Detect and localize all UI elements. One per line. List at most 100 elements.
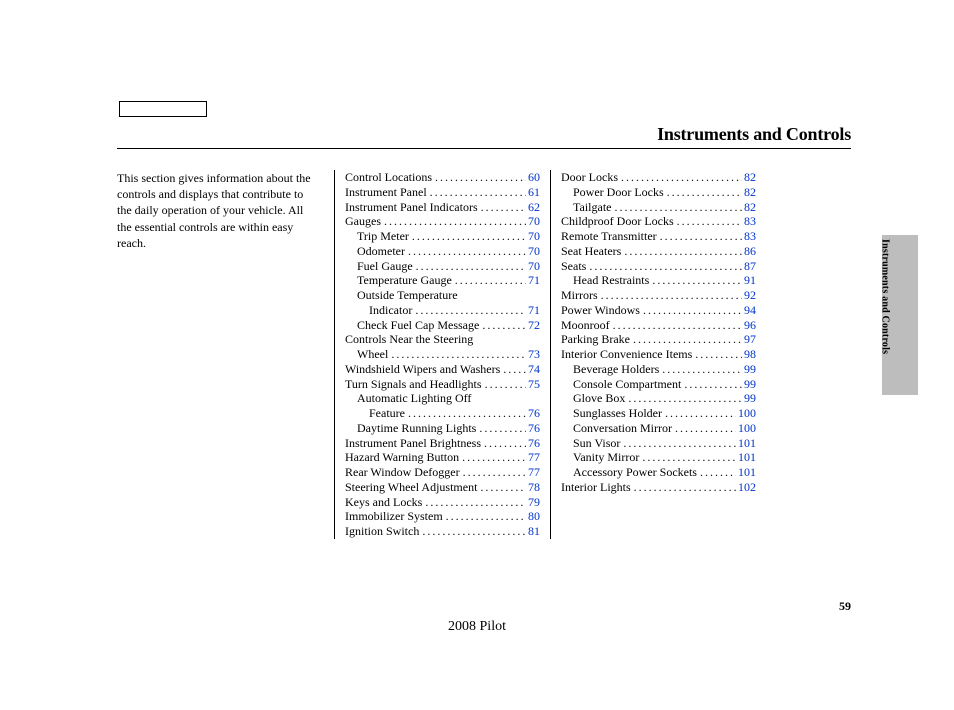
toc-entry-label: Instrument Panel Brightness	[345, 436, 484, 451]
toc-entry[interactable]: Glove Box ..............................…	[561, 391, 756, 406]
toc-entry[interactable]: Sun Visor ..............................…	[561, 436, 756, 451]
toc-entry-page: 101	[736, 436, 756, 451]
toc-entry-leader: ........................................…	[415, 303, 526, 318]
toc-entry-leader: ........................................…	[589, 259, 742, 274]
toc-entry-leader: ........................................…	[412, 229, 526, 244]
toc-entry[interactable]: Door Locks .............................…	[561, 170, 756, 185]
toc-entry-label: Remote Transmitter	[561, 229, 660, 244]
section-side-tab: Instruments and Controls	[882, 235, 894, 395]
toc-entry-leader: ........................................…	[614, 200, 742, 215]
toc-entry-page: 100	[736, 421, 756, 436]
toc-entry[interactable]: Turn Signals and Headlights ............…	[345, 377, 540, 392]
toc-entry[interactable]: Daytime Running Lights .................…	[345, 421, 540, 436]
toc-entry-page: 96	[742, 318, 756, 333]
toc-entry-label: Temperature Gauge	[357, 273, 455, 288]
toc-entry-label: Beverage Holders	[573, 362, 662, 377]
toc-entry-page: 99	[742, 377, 756, 392]
toc-entry-page: 76	[526, 406, 540, 421]
toc-entry[interactable]: Instrument Panel Indicators ............…	[345, 200, 540, 215]
toc-entry-page: 82	[742, 200, 756, 215]
toc-entry[interactable]: Rear Window Defogger ...................…	[345, 465, 540, 480]
toc-entry-leader: ........................................…	[633, 332, 742, 347]
toc-entry-leader: ........................................…	[601, 288, 742, 303]
toc-entry[interactable]: Hazard Warning Button ..................…	[345, 450, 540, 465]
toc-entry[interactable]: Gauges .................................…	[345, 214, 540, 229]
toc-entry-page: 101	[736, 465, 756, 480]
toc-entry[interactable]: Trip Meter .............................…	[345, 229, 540, 244]
toc-entry[interactable]: Parking Brake ..........................…	[561, 332, 756, 347]
toc-entry-leader: ........................................…	[485, 377, 526, 392]
toc-column-1: Control Locations ......................…	[335, 170, 550, 539]
toc-entry[interactable]: Wheel ..................................…	[345, 347, 540, 362]
toc-entry[interactable]: Mirrors ................................…	[561, 288, 756, 303]
toc-entry-page: 98	[742, 347, 756, 362]
toc-entry[interactable]: Instrument Panel .......................…	[345, 185, 540, 200]
toc-entry-leader: ........................................…	[482, 318, 526, 333]
toc-entry-leader: ........................................…	[416, 259, 526, 274]
toc-entry-leader: ........................................…	[422, 524, 526, 539]
toc-entry[interactable]: Windshield Wipers and Washers ..........…	[345, 362, 540, 377]
toc-entry-page: 83	[742, 214, 756, 229]
toc-entry[interactable]: Seat Heaters ...........................…	[561, 244, 756, 259]
toc-entry-page: 76	[526, 421, 540, 436]
toc-entry-leader: ........................................…	[642, 450, 736, 465]
toc-entry-page: 97	[742, 332, 756, 347]
toc-entry[interactable]: Indicator ..............................…	[345, 303, 540, 318]
toc-entry[interactable]: Interior Convenience Items .............…	[561, 347, 756, 362]
toc-entry-leader: ........................................…	[425, 495, 526, 510]
toc-entry-page: 83	[742, 229, 756, 244]
toc-entry-label: Moonroof	[561, 318, 613, 333]
toc-entry[interactable]: Keys and Locks .........................…	[345, 495, 540, 510]
title-rule	[117, 148, 851, 149]
toc-entry[interactable]: Tailgate ...............................…	[561, 200, 756, 215]
toc-entry[interactable]: Steering Wheel Adjustment ..............…	[345, 480, 540, 495]
toc-entry[interactable]: Console Compartment ....................…	[561, 377, 756, 392]
toc-entry[interactable]: Conversation Mirror ....................…	[561, 421, 756, 436]
intro-paragraph: This section gives information about the…	[117, 170, 317, 251]
toc-entry[interactable]: Childproof Door Locks ..................…	[561, 214, 756, 229]
toc-entry-leader: ........................................…	[503, 362, 526, 377]
toc-entry[interactable]: Ignition Switch ........................…	[345, 524, 540, 539]
toc-entry[interactable]: Odometer ...............................…	[345, 244, 540, 259]
toc-entry-label: Rear Window Defogger	[345, 465, 463, 480]
side-tab-label: Instruments and Controls	[878, 235, 892, 399]
toc-entry-leader: ........................................…	[665, 406, 736, 421]
toc-entry[interactable]: Moonroof ...............................…	[561, 318, 756, 333]
toc-entry-label: Seats	[561, 259, 589, 274]
toc-entry[interactable]: Fuel Gauge .............................…	[345, 259, 540, 274]
toc-entry-label: Ignition Switch	[345, 524, 422, 539]
toc-entry[interactable]: Power Windows ..........................…	[561, 303, 756, 318]
toc-entry-label: Glove Box	[573, 391, 628, 406]
toc-entry-leader: ........................................…	[695, 347, 742, 362]
toc-entry[interactable]: Remote Transmitter .....................…	[561, 229, 756, 244]
toc-entry[interactable]: Check Fuel Cap Message .................…	[345, 318, 540, 333]
toc-entry-label: Check Fuel Cap Message	[357, 318, 482, 333]
table-of-contents: Control Locations ......................…	[334, 170, 766, 539]
toc-entry-leader: ........................................…	[652, 273, 742, 288]
toc-entry-page: 81	[526, 524, 540, 539]
toc-entry-page: 87	[742, 259, 756, 274]
toc-entry[interactable]: Feature ................................…	[345, 406, 540, 421]
page-root: Instruments and Controls This section gi…	[0, 0, 954, 710]
toc-entry[interactable]: Vanity Mirror ..........................…	[561, 450, 756, 465]
toc-entry[interactable]: Interior Lights ........................…	[561, 480, 756, 495]
toc-entry-leader: ........................................…	[455, 273, 526, 288]
toc-entry[interactable]: Control Locations ......................…	[345, 170, 540, 185]
toc-entry-label: Automatic Lighting Off	[357, 391, 471, 406]
toc-entry[interactable]: Temperature Gauge ......................…	[345, 273, 540, 288]
toc-entry-label: Control Locations	[345, 170, 435, 185]
page-number: 59	[839, 598, 851, 614]
toc-entry-label: Instrument Panel Indicators	[345, 200, 481, 215]
toc-entry[interactable]: Instrument Panel Brightness ............…	[345, 436, 540, 451]
toc-entry-page: 92	[742, 288, 756, 303]
toc-entry[interactable]: Accessory Power Sockets ................…	[561, 465, 756, 480]
toc-entry-leader: ........................................…	[430, 185, 526, 200]
toc-entry[interactable]: Head Restraints ........................…	[561, 273, 756, 288]
toc-entry[interactable]: Sunglasses Holder ......................…	[561, 406, 756, 421]
toc-entry[interactable]: Seats ..................................…	[561, 259, 756, 274]
toc-entry[interactable]: Immobilizer System .....................…	[345, 509, 540, 524]
toc-entry[interactable]: Power Door Locks .......................…	[561, 185, 756, 200]
toc-entry-leader: ........................................…	[480, 480, 526, 495]
toc-entry-label: Interior Lights	[561, 480, 634, 495]
toc-entry[interactable]: Beverage Holders .......................…	[561, 362, 756, 377]
